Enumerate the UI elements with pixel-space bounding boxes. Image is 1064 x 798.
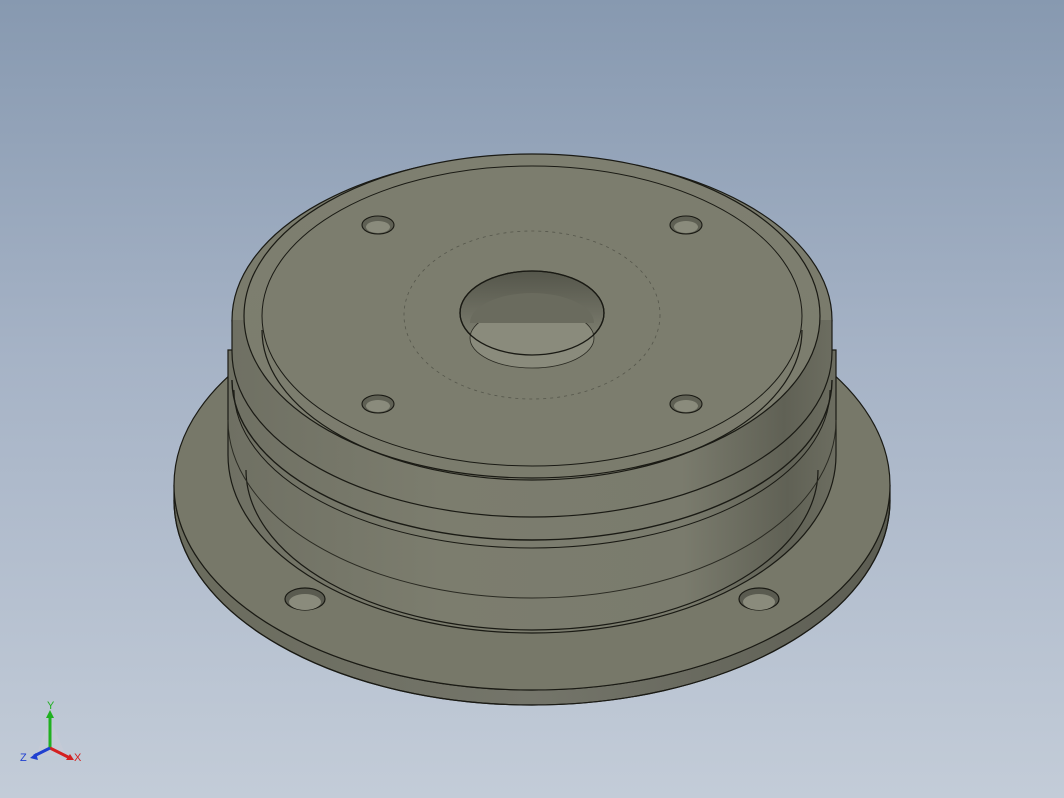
cad-graphics-viewport[interactable]: Y X Z bbox=[0, 0, 1064, 798]
orientation-triad[interactable]: Y X Z bbox=[14, 700, 94, 780]
central-bore bbox=[459, 270, 605, 369]
flange-hole-right bbox=[738, 587, 780, 611]
top-hole-lower-left bbox=[361, 394, 395, 414]
top-hole-upper-right bbox=[669, 215, 703, 235]
x-axis-label: X bbox=[74, 752, 82, 764]
z-axis-label: Z bbox=[20, 752, 27, 764]
3d-model-part[interactable] bbox=[0, 0, 1064, 798]
flange-hole-left bbox=[284, 587, 326, 611]
top-hole-lower-right bbox=[669, 394, 703, 414]
y-axis-label: Y bbox=[47, 700, 55, 712]
top-hole-upper-left bbox=[361, 215, 395, 235]
